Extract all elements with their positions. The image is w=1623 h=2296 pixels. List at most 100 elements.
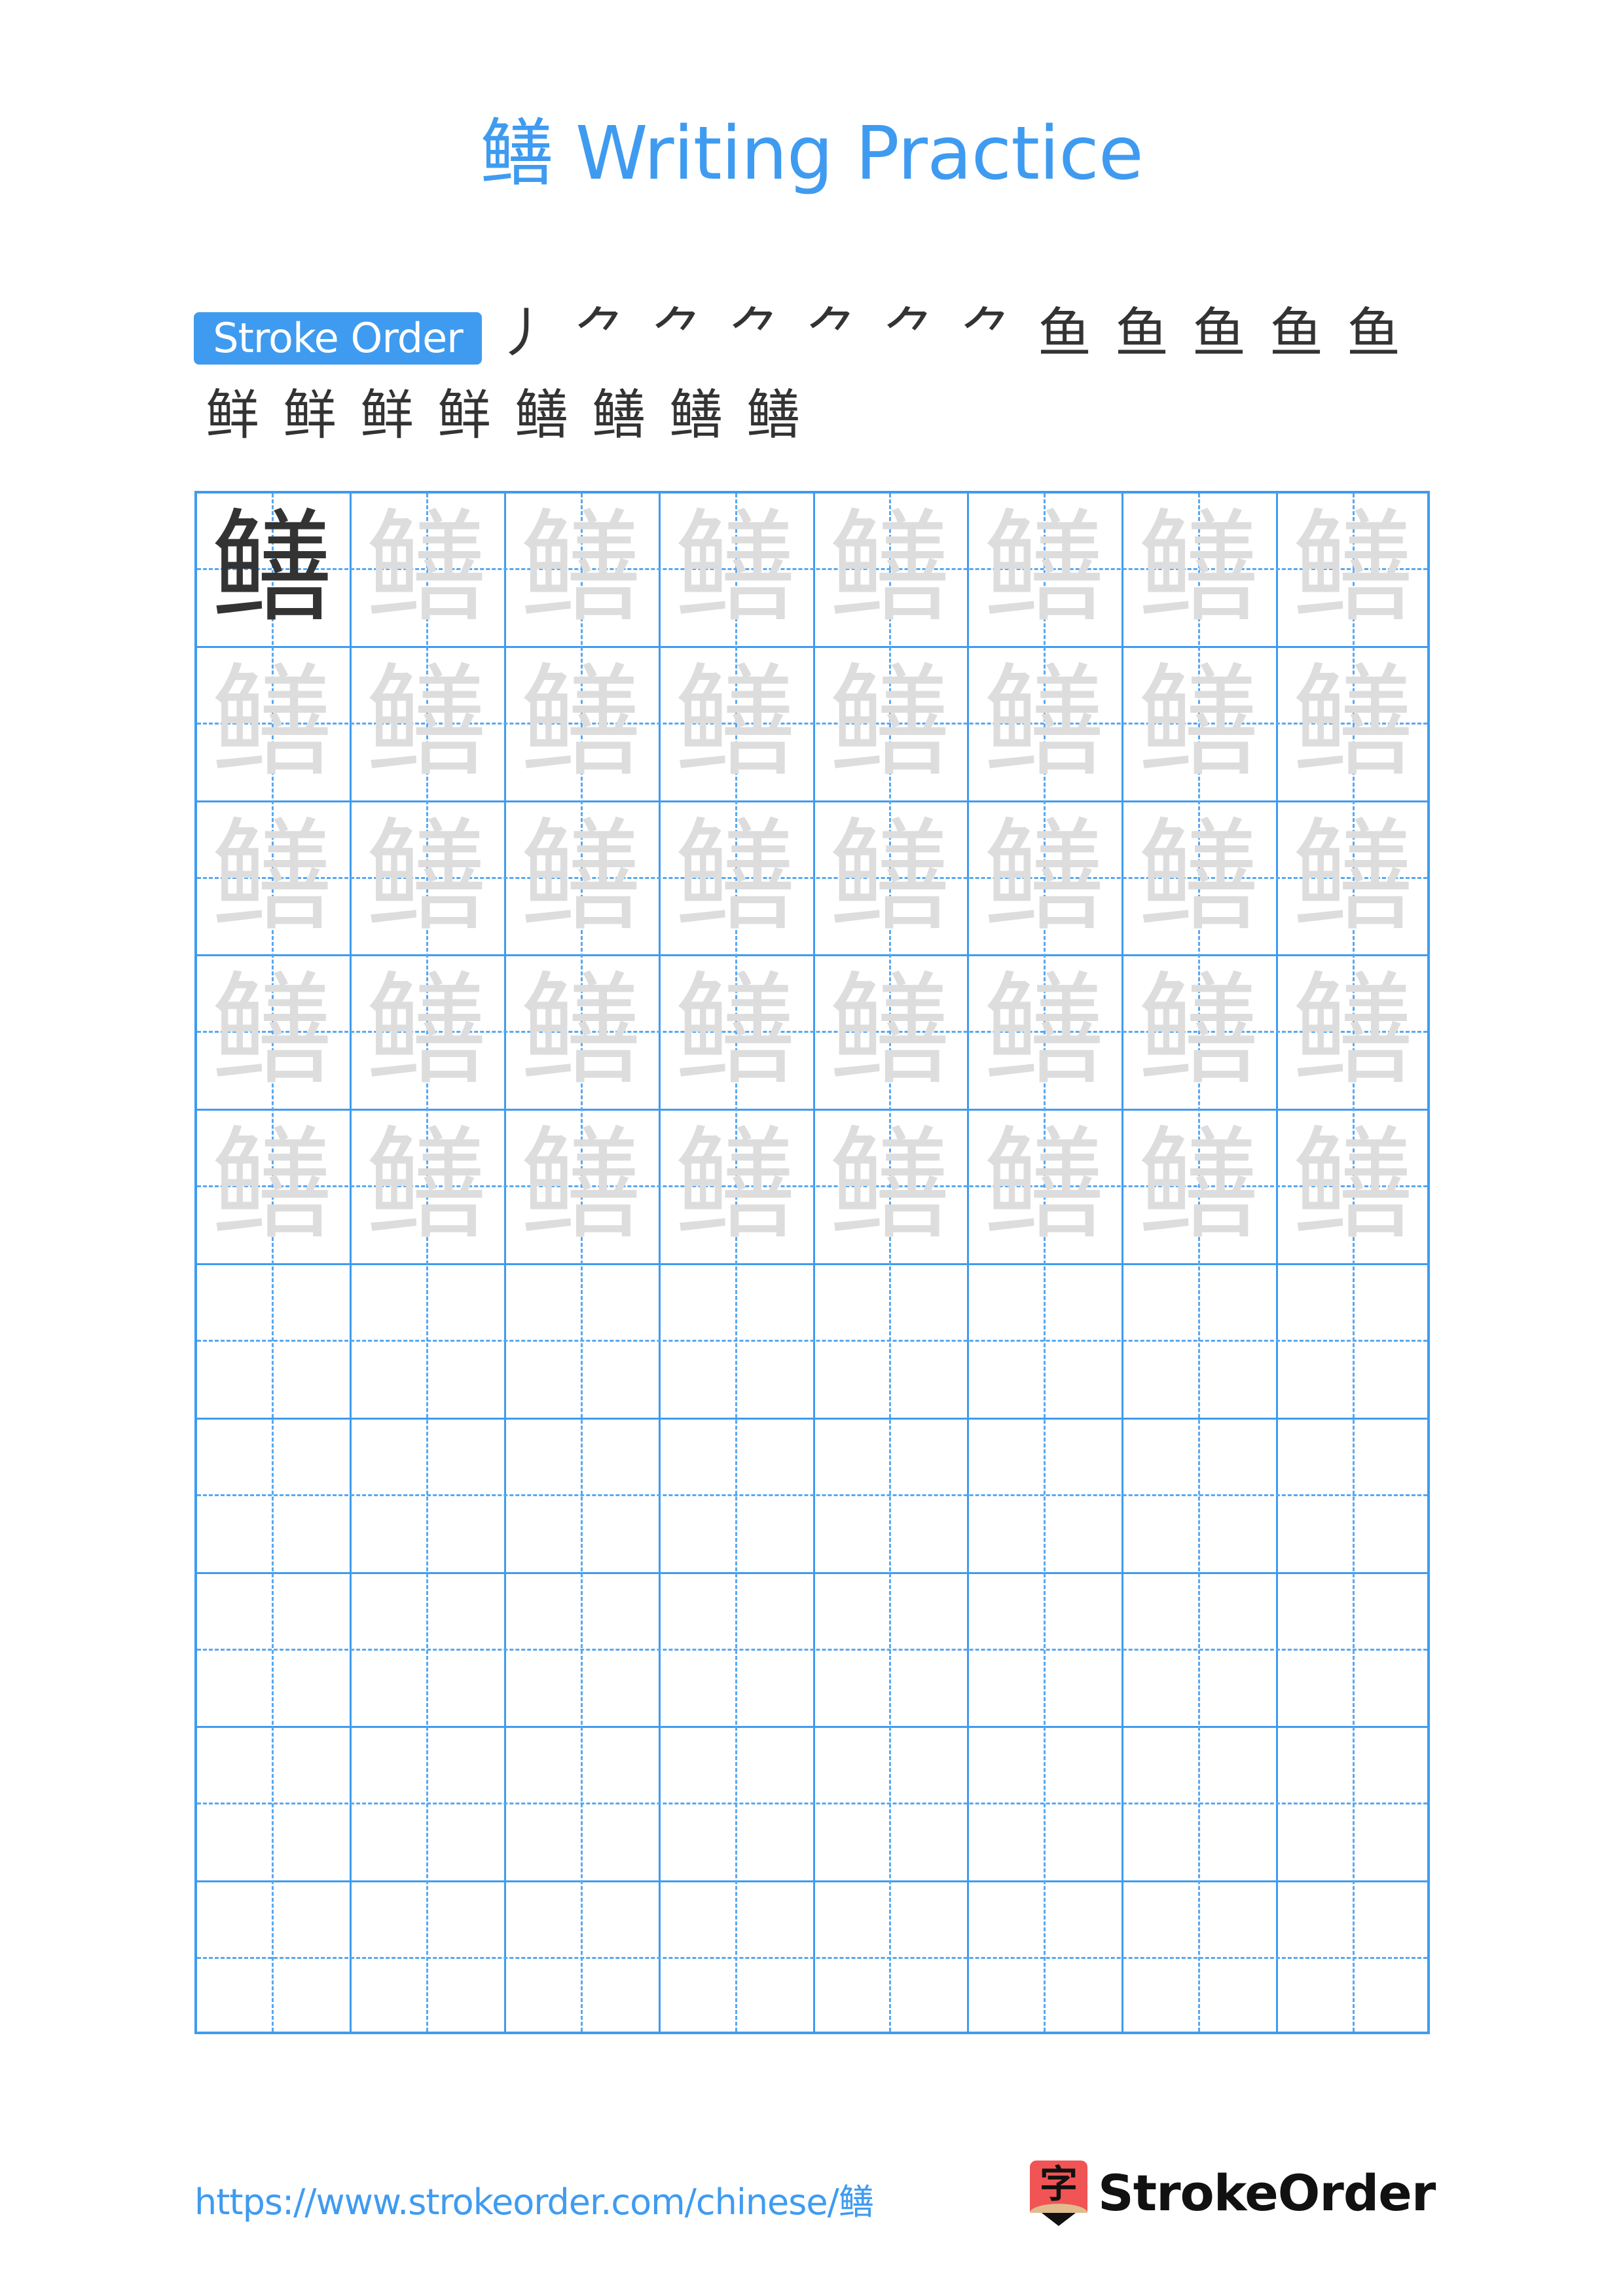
stroke-step-9: 鱼 [1114, 302, 1169, 365]
trace-character: 鳝 [1292, 497, 1414, 639]
blank-practice-cell [966, 1725, 1121, 1880]
blank-practice-cell [1275, 1880, 1430, 2034]
stroke-step-19: 鳝 [668, 384, 723, 446]
trace-character: 鳝 [519, 1114, 642, 1257]
stroke-step-6: ⺈ [883, 302, 937, 365]
trace-character: 鳝 [983, 1114, 1105, 1257]
stroke-step-11: 鱼 [1269, 302, 1323, 365]
trace-character: 鳝 [519, 497, 642, 639]
practice-grid: 鳝鳝鳝鳝鳝鳝鳝鳝鳝鳝鳝鳝鳝鳝鳝鳝鳝鳝鳝鳝鳝鳝鳝鳝鳝鳝鳝鳝鳝鳝鳝鳝鳝鳝鳝鳝鳝鳝鳝鳝 [194, 491, 1430, 2034]
trace-character: 鳝 [828, 497, 951, 639]
stroke-step-5: ⺈ [805, 302, 860, 365]
blank-practice-cell [503, 1417, 658, 1571]
page-title: 鳝 Writing Practice [480, 111, 1144, 196]
trace-character: 鳝 [983, 497, 1105, 639]
blank-practice-cell [966, 1880, 1121, 2034]
trace-character: 鳝 [828, 960, 951, 1102]
stroke-step-8: 鱼 [1037, 302, 1091, 365]
pencil-zi-icon: 字 [1030, 2161, 1087, 2226]
blank-practice-cell [503, 1571, 658, 1726]
trace-character: 鳝 [519, 651, 642, 793]
blank-practice-cell [1121, 1417, 1275, 1571]
blank-practice-cell [194, 1880, 349, 2034]
stroke-step-17: 鳝 [514, 384, 568, 446]
blank-practice-cell [349, 1417, 503, 1571]
trace-character: 鳝 [1137, 805, 1260, 948]
blank-practice-cell [349, 1263, 503, 1417]
blank-practice-cell [812, 1417, 967, 1571]
model-character: 鳝 [210, 497, 333, 639]
trace-character: 鳝 [828, 1114, 951, 1257]
blank-practice-cell [1275, 1263, 1430, 1417]
blank-practice-cell [1121, 1880, 1275, 2034]
blank-practice-cell [1121, 1571, 1275, 1726]
trace-character: 鳝 [365, 651, 487, 793]
trace-character: 鳝 [674, 960, 796, 1102]
stroke-step-20: 鳝 [746, 384, 800, 446]
stroke-order-label: Stroke Order [194, 312, 482, 365]
blank-practice-cell [658, 1725, 812, 1880]
blank-practice-cell [966, 1263, 1121, 1417]
stroke-step-4: ⺈ [728, 302, 782, 365]
trace-character: 鳝 [1292, 1114, 1414, 1257]
trace-character: 鳝 [365, 497, 487, 639]
trace-character: 鳝 [1292, 651, 1414, 793]
strokeorder-logo[interactable]: 字 StrokeOrder [1030, 2160, 1436, 2226]
stroke-step-1: 丿 [496, 302, 551, 365]
blank-practice-cell [349, 1725, 503, 1880]
trace-character: 鳝 [210, 805, 333, 948]
stroke-step-10: 鱼 [1192, 302, 1246, 365]
stroke-step-3: ⺈ [651, 302, 705, 365]
trace-character: 鳝 [210, 651, 333, 793]
stroke-step-12: 鱼 [1346, 302, 1400, 365]
blank-practice-cell [349, 1571, 503, 1726]
trace-character: 鳝 [210, 1114, 333, 1257]
brand-name: StrokeOrder [1098, 2163, 1436, 2222]
stroke-step-18: 鳝 [591, 384, 646, 446]
blank-practice-cell [658, 1880, 812, 2034]
trace-character: 鳝 [365, 805, 487, 948]
stroke-step-7: ⺈ [960, 302, 1014, 365]
blank-practice-cell [966, 1571, 1121, 1726]
blank-practice-cell [812, 1880, 967, 2034]
trace-character: 鳝 [1292, 805, 1414, 948]
trace-character: 鳝 [674, 805, 796, 948]
trace-character: 鳝 [210, 960, 333, 1102]
blank-practice-cell [194, 1725, 349, 1880]
blank-practice-cell [349, 1880, 503, 2034]
blank-practice-cell [194, 1417, 349, 1571]
blank-practice-cell [503, 1725, 658, 1880]
blank-practice-cell [194, 1263, 349, 1417]
blank-practice-cell [658, 1571, 812, 1726]
stroke-step-13: 鲜 [205, 384, 259, 446]
trace-character: 鳝 [519, 805, 642, 948]
trace-character: 鳝 [828, 651, 951, 793]
blank-practice-cell [1275, 1725, 1430, 1880]
trace-character: 鳝 [365, 960, 487, 1102]
trace-character: 鳝 [1292, 960, 1414, 1102]
blank-practice-cell [1121, 1263, 1275, 1417]
blank-practice-cell [812, 1725, 967, 1880]
trace-character: 鳝 [983, 805, 1105, 948]
stroke-step-14: 鲜 [282, 384, 337, 446]
trace-character: 鳝 [1137, 651, 1260, 793]
stroke-step-15: 鲜 [359, 384, 414, 446]
footer-url-link[interactable]: https://www.strokeorder.com/chinese/鳝 [194, 2173, 874, 2225]
trace-character: 鳝 [519, 960, 642, 1102]
blank-practice-cell [966, 1417, 1121, 1571]
trace-character: 鳝 [1137, 1114, 1260, 1257]
blank-practice-cell [1275, 1571, 1430, 1726]
trace-character: 鳝 [674, 651, 796, 793]
blank-practice-cell [812, 1571, 967, 1726]
trace-character: 鳝 [674, 497, 796, 639]
trace-character: 鳝 [828, 805, 951, 948]
trace-character: 鳝 [983, 960, 1105, 1102]
blank-practice-cell [503, 1880, 658, 2034]
trace-character: 鳝 [983, 651, 1105, 793]
blank-practice-cell [658, 1417, 812, 1571]
blank-practice-cell [194, 1571, 349, 1726]
trace-character: 鳝 [1137, 497, 1260, 639]
trace-character: 鳝 [674, 1114, 796, 1257]
trace-character: 鳝 [1137, 960, 1260, 1102]
stroke-step-2: ⺈ [574, 302, 628, 365]
